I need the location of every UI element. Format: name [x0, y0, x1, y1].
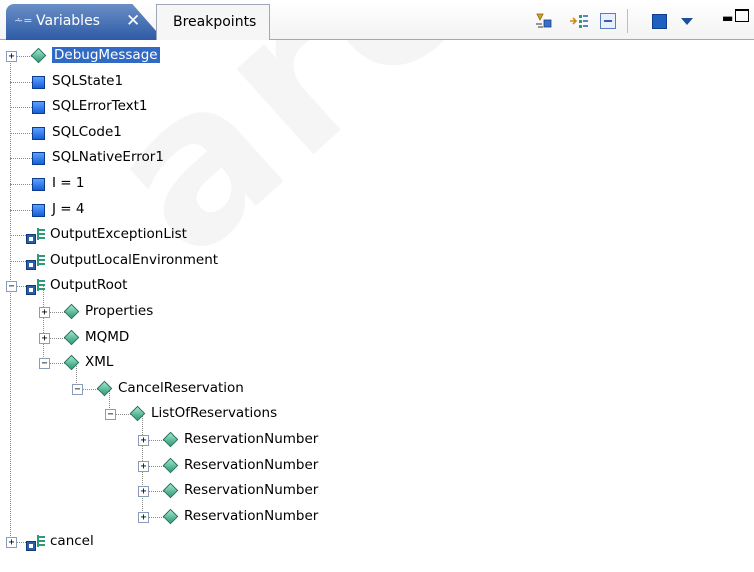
tree-row[interactable]: + MQMD [0, 326, 754, 352]
expand-icon[interactable]: + [6, 51, 17, 62]
tree-row-label: MQMD [85, 328, 130, 345]
tree-row-label: OutputLocalEnvironment [50, 251, 219, 268]
variable-square-icon [32, 178, 45, 191]
expand-icon[interactable]: + [138, 460, 149, 472]
tree-row[interactable]: − XML [0, 351, 754, 377]
element-diamond-icon [129, 406, 146, 422]
tree-row[interactable]: OutputExceptionList [0, 223, 754, 249]
view-menu-square-icon[interactable] [649, 12, 669, 30]
maximize-icon[interactable] [735, 9, 750, 22]
element-diamond-icon [162, 482, 179, 499]
tree-row-label: OutputRoot [50, 277, 128, 294]
show-type-names-icon[interactable] [534, 12, 554, 30]
tree-row[interactable]: − OutputRoot [0, 274, 754, 300]
collapse-icon[interactable]: − [6, 281, 17, 293]
tree-row-label: ReservationNumber [184, 507, 319, 524]
message-tree-icon [26, 227, 46, 245]
tree-row-label: SQLNativeError1 [52, 149, 164, 166]
tree-row-label: ReservationNumber [184, 482, 319, 499]
tree-row-label: ReservationNumber [184, 431, 319, 447]
variable-square-icon [32, 101, 45, 115]
variable-square-icon [32, 75, 45, 89]
tree-connector [10, 184, 32, 185]
tree-row[interactable]: SQLCode1 [0, 121, 754, 147]
tree-row-label: OutputExceptionList [50, 226, 187, 243]
tree-row[interactable]: + DebugMessage [0, 44, 754, 70]
view-menu-dropdown-icon[interactable] [677, 12, 697, 30]
tree-row[interactable]: OutputLocalEnvironment [0, 249, 754, 275]
tree-row-label: SQLCode1 [52, 123, 122, 140]
element-diamond-icon [162, 431, 179, 448]
element-diamond-icon [162, 457, 179, 473]
variable-square-icon [32, 152, 45, 166]
tree-row-label: SQLErrorText1 [52, 98, 148, 115]
tree-row[interactable]: + ReservationNumber [0, 428, 754, 454]
tree-row[interactable]: + Properties [0, 300, 754, 326]
element-diamond-icon [30, 47, 47, 64]
tree-connector [10, 209, 32, 211]
message-tree-icon [26, 278, 46, 296]
step-filter-icon[interactable] [569, 12, 589, 30]
view-tab-bar: ⩪= Variables ✕ Breakpoints ▬ [0, 0, 754, 40]
collapse-icon[interactable]: − [39, 358, 50, 370]
minimize-maximize-controls[interactable]: ▬ [722, 9, 750, 25]
tree-row[interactable]: + ReservationNumber [0, 454, 754, 480]
expand-icon[interactable]: + [138, 486, 149, 498]
tree-row-label: cancel [50, 533, 94, 550]
element-diamond-icon [63, 354, 80, 371]
tree-row[interactable]: − CancelReservation [0, 377, 754, 403]
tree-connector [10, 107, 32, 109]
tree-row[interactable]: I = 1 [0, 172, 754, 198]
expand-icon[interactable]: + [138, 511, 149, 523]
toolbar-separator [627, 9, 628, 33]
tree-row[interactable]: J = 4 [0, 198, 754, 224]
tree-connector [10, 158, 32, 160]
tab-breakpoints[interactable]: Breakpoints [156, 4, 270, 40]
variables-tree[interactable]: + DebugMessage SQLState1 SQLErrorText1 SQLCo… [0, 44, 754, 572]
collapse-all-icon[interactable] [598, 12, 618, 30]
variable-square-icon [32, 126, 45, 140]
message-tree-icon [26, 534, 46, 552]
tree-connector [10, 81, 32, 83]
tree-row-label: J = 4 [52, 200, 85, 217]
element-diamond-icon [96, 380, 113, 397]
tab-breakpoints-label: Breakpoints [173, 14, 257, 30]
expand-icon[interactable]: + [6, 537, 17, 549]
collapse-icon[interactable]: − [72, 383, 83, 395]
element-diamond-icon [162, 508, 179, 525]
tree-connector [10, 132, 32, 134]
tree-row-label: CancelReservation [118, 379, 244, 396]
collapse-icon[interactable]: − [105, 409, 116, 421]
expand-icon[interactable]: + [138, 435, 149, 446]
variable-square-icon [32, 203, 45, 217]
tree-row[interactable]: + ReservationNumber [0, 505, 754, 531]
tree-row-label: ReservationNumber [184, 456, 319, 473]
tree-row-label: DebugMessage [52, 47, 160, 63]
tree-row[interactable]: SQLErrorText1 [0, 95, 754, 121]
tree-row[interactable]: + cancel [0, 530, 754, 556]
tab-variables-label: Variables [36, 13, 100, 29]
element-diamond-icon [63, 303, 80, 320]
minimize-icon[interactable]: ▬ [722, 11, 735, 25]
tree-row[interactable]: + ReservationNumber [0, 479, 754, 505]
tree-row[interactable]: SQLNativeError1 [0, 146, 754, 172]
message-tree-icon [26, 253, 46, 271]
tree-row-label: ListOfReservations [151, 405, 278, 422]
tree-row-label: SQLState1 [52, 72, 124, 89]
close-icon[interactable]: ✕ [126, 11, 140, 31]
tree-row-label: I = 1 [52, 175, 85, 191]
expand-icon[interactable]: + [39, 332, 50, 344]
tree-row-label: Properties [85, 303, 154, 319]
tree-row-label: XML [85, 354, 114, 371]
variables-view-icon: ⩪= [14, 14, 33, 27]
tree-row[interactable]: SQLState1 [0, 70, 754, 96]
element-diamond-icon [63, 329, 80, 345]
tree-row[interactable]: − ListOfReservations [0, 402, 754, 428]
expand-icon[interactable]: + [39, 307, 50, 318]
